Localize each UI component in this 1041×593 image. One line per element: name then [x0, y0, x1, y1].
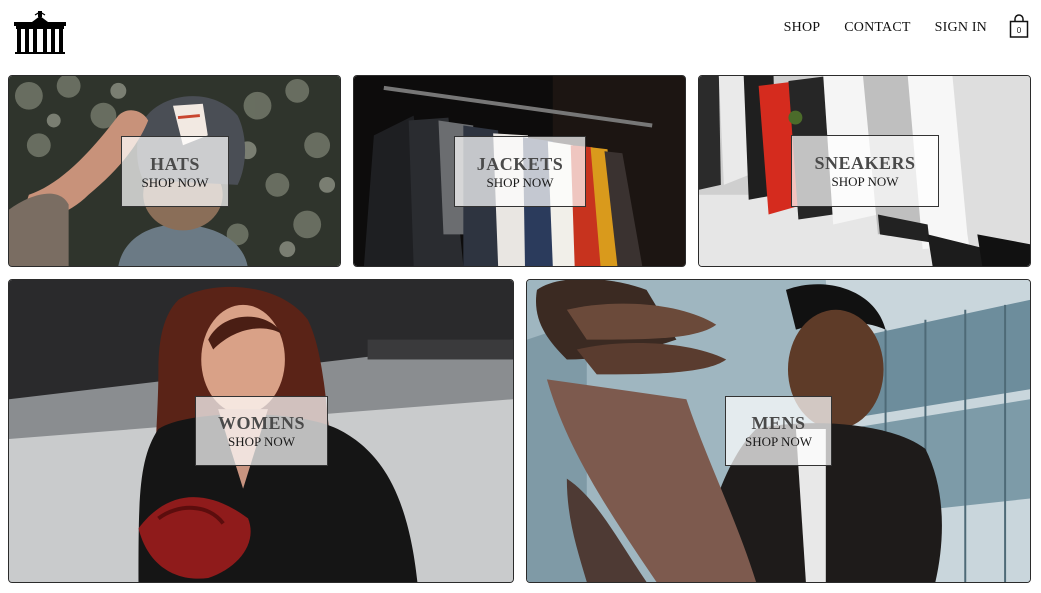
- site-header: SHOP CONTACT SIGN IN 0: [0, 0, 1041, 70]
- nav-shop-link[interactable]: SHOP: [784, 20, 821, 36]
- hats-title: HATS: [150, 153, 200, 174]
- womens-label-box[interactable]: WOMENS SHOP NOW: [195, 396, 328, 466]
- category-tile-jackets[interactable]: JACKETS SHOP NOW: [353, 75, 686, 267]
- jackets-label-box[interactable]: JACKETS SHOP NOW: [454, 136, 586, 207]
- sneakers-title: SNEAKERS: [814, 153, 916, 173]
- sneakers-shop-now: SHOP NOW: [831, 174, 899, 189]
- womens-title: WOMENS: [217, 413, 305, 433]
- sneakers-label-box[interactable]: SNEAKERS SHOP NOW: [791, 135, 939, 207]
- nav-contact-link[interactable]: CONTACT: [844, 20, 910, 36]
- shopping-bag-icon[interactable]: 0: [1009, 14, 1029, 38]
- category-tile-womens[interactable]: WOMENS SHOP NOW: [8, 279, 514, 583]
- main-nav: SHOP CONTACT SIGN IN 0: [760, 14, 1029, 40]
- jackets-shop-now: SHOP NOW: [486, 174, 554, 190]
- category-tile-sneakers[interactable]: SNEAKERS SHOP NOW: [698, 75, 1031, 267]
- category-tile-mens[interactable]: MENS SHOP NOW: [526, 279, 1031, 583]
- mens-shop-now: SHOP NOW: [744, 434, 813, 449]
- jackets-title: JACKETS: [476, 153, 564, 174]
- cart-count: 0: [1017, 26, 1022, 35]
- mens-title: MENS: [751, 413, 806, 433]
- womens-shop-now: SHOP NOW: [227, 434, 296, 449]
- nav-sign-in-link[interactable]: SIGN IN: [935, 20, 987, 36]
- mens-label-box[interactable]: MENS SHOP NOW: [725, 396, 832, 466]
- category-tile-hats[interactable]: HATS SHOP NOW: [8, 75, 341, 267]
- brandenburg-gate-icon[interactable]: [14, 10, 66, 54]
- hats-label-box[interactable]: HATS SHOP NOW: [121, 136, 229, 207]
- hats-shop-now: SHOP NOW: [141, 174, 209, 190]
